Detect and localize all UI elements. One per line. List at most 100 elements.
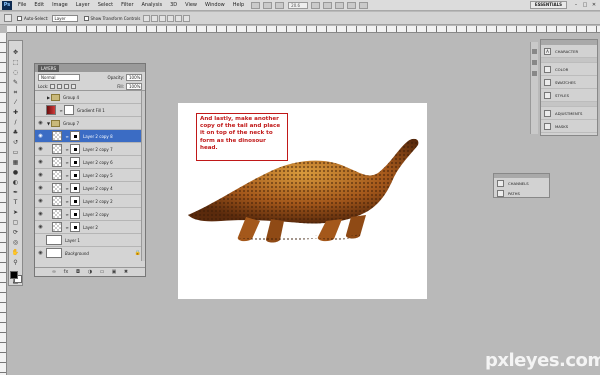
dock-item-adjustments[interactable]: ADJUSTMENTS: [541, 107, 597, 120]
visibility-eye-icon[interactable]: [37, 107, 44, 114]
mask-icon[interactable]: ◘: [75, 269, 81, 275]
layer-row[interactable]: ▶ Group 4: [35, 91, 145, 104]
menu-help[interactable]: Help: [229, 0, 248, 11]
dock-item-character[interactable]: A CHARACTER: [541, 45, 597, 58]
trash-icon[interactable]: ✖: [123, 269, 129, 275]
quick-select-tool-icon[interactable]: ✎: [11, 79, 20, 86]
dock-item-swatches[interactable]: SWATCHES: [541, 76, 597, 89]
layer-row[interactable]: ∞ Gradient Fill 1: [35, 104, 145, 117]
foreground-color-swatch[interactable]: [9, 271, 18, 279]
transform-controls-checkbox[interactable]: [83, 15, 89, 21]
link-icon[interactable]: ∞: [51, 269, 57, 275]
layer-row[interactable]: ◉ ∞ Layer 2 copy: [35, 208, 145, 221]
dock-item-styles[interactable]: STYLES: [541, 89, 597, 102]
layer-row[interactable]: ◉ ∞ Layer 2 copy 2: [35, 195, 145, 208]
visibility-eye-icon[interactable]: ◉: [37, 198, 44, 205]
move-tool-icon[interactable]: ✥: [11, 49, 20, 56]
clone-stamp-tool-icon[interactable]: ♣: [11, 129, 20, 136]
workspace-switcher[interactable]: ESSENTIALS: [529, 1, 567, 9]
gradient-tool-icon[interactable]: ▦: [11, 159, 20, 166]
new-layer-icon[interactable]: ▣: [111, 269, 117, 275]
3d-rotate-tool-icon[interactable]: ⟳: [11, 229, 20, 236]
align-hcenter-button[interactable]: [175, 14, 183, 22]
lock-pixels-icon[interactable]: [57, 83, 63, 89]
menu-select[interactable]: Select: [94, 0, 117, 11]
layer-row[interactable]: Layer 1: [35, 234, 145, 247]
menu-layer[interactable]: Layer: [72, 0, 94, 11]
minimize-icon[interactable]: –: [573, 2, 579, 8]
align-top-button[interactable]: [143, 14, 151, 22]
auto-select-checkbox[interactable]: [17, 15, 22, 21]
align-left-button[interactable]: [167, 14, 175, 22]
history-icon[interactable]: [532, 49, 537, 54]
zoom-tool-icon[interactable]: ⚲: [11, 259, 20, 266]
layer-row[interactable]: ◉ ∞ Layer 2 copy 7: [35, 143, 145, 156]
maximize-icon[interactable]: □: [582, 2, 588, 8]
type-tool-icon[interactable]: T: [11, 199, 20, 206]
dock-item-masks[interactable]: MASKS: [541, 120, 597, 133]
visibility-eye-icon[interactable]: ◉: [37, 146, 44, 153]
actions-icon[interactable]: [532, 60, 537, 65]
menu-file[interactable]: File: [14, 0, 30, 11]
layer-row[interactable]: ◉ ∞ Layer 2 copy 5: [35, 169, 145, 182]
menu-view[interactable]: View: [181, 0, 201, 11]
layer-row[interactable]: ◉ ▼ Group 7: [35, 117, 145, 130]
visibility-eye-icon[interactable]: ◉: [37, 185, 44, 192]
menu-filter[interactable]: Filter: [117, 0, 137, 11]
align-bottom-button[interactable]: [159, 14, 167, 22]
dock-item-channels[interactable]: CHANNELS: [494, 178, 549, 188]
screen-mode-button[interactable]: [359, 1, 369, 9]
layers-tab[interactable]: LAYERS: [38, 64, 60, 72]
zoom-level[interactable]: 20.6: [288, 1, 309, 9]
document-canvas[interactable]: And lastly, make another copy of the tai…: [178, 103, 427, 299]
visibility-eye-icon[interactable]: [37, 94, 44, 101]
dock-item-color[interactable]: COLOR: [541, 63, 597, 76]
visibility-eye-icon[interactable]: ◉: [37, 250, 44, 257]
visibility-eye-icon[interactable]: ◉: [37, 120, 44, 127]
layer-row[interactable]: ◉ Background 🔒: [35, 247, 145, 259]
arrange-documents-button[interactable]: [347, 1, 357, 9]
lock-position-icon[interactable]: [64, 83, 70, 89]
blend-mode-dropdown[interactable]: Normal: [38, 73, 80, 81]
align-right-button[interactable]: [183, 14, 191, 22]
visibility-eye-icon[interactable]: [37, 237, 44, 244]
layer-row[interactable]: ◉ ∞ Layer 2 copy 4: [35, 182, 145, 195]
healing-brush-tool-icon[interactable]: ✚: [11, 109, 20, 116]
visibility-eye-icon[interactable]: ◉: [37, 224, 44, 231]
history-brush-tool-icon[interactable]: ↺: [11, 139, 20, 146]
marquee-tool-icon[interactable]: ⬚: [11, 59, 20, 66]
move-tool-icon[interactable]: [4, 14, 12, 22]
visibility-eye-icon[interactable]: ◉: [37, 133, 44, 140]
dodge-tool-icon[interactable]: ◐: [11, 179, 20, 186]
menu-3d[interactable]: 3D: [166, 0, 181, 11]
zoom-tool-button[interactable]: [323, 1, 333, 9]
visibility-eye-icon[interactable]: ◉: [37, 172, 44, 179]
pen-tool-icon[interactable]: ✒: [11, 189, 20, 196]
rotate-view-button[interactable]: [335, 1, 345, 9]
visibility-eye-icon[interactable]: ◉: [37, 211, 44, 218]
brushes-icon[interactable]: [532, 71, 537, 76]
opacity-input[interactable]: 100%: [126, 73, 142, 81]
path-select-tool-icon[interactable]: ➤: [11, 209, 20, 216]
layers-scrollbar[interactable]: [141, 91, 145, 261]
layer-row[interactable]: ◉ ∞ Layer 2 copy 8: [35, 130, 145, 143]
fill-input[interactable]: 100%: [126, 82, 142, 90]
blur-tool-icon[interactable]: ●: [11, 169, 20, 176]
mini-bridge-button[interactable]: [263, 1, 273, 9]
folder-icon[interactable]: ▭: [99, 269, 105, 275]
bridge-button[interactable]: [251, 1, 261, 9]
hand-tool-icon[interactable]: ✋: [11, 249, 20, 256]
menu-edit[interactable]: Edit: [30, 0, 48, 11]
hand-tool-button[interactable]: [311, 1, 321, 9]
extras-button[interactable]: [275, 1, 285, 9]
layer-row[interactable]: ◉ ∞ Layer 2 copy 6: [35, 156, 145, 169]
menu-analysis[interactable]: Analysis: [138, 0, 167, 11]
3d-orbit-tool-icon[interactable]: ◎: [11, 239, 20, 246]
menu-image[interactable]: Image: [48, 0, 72, 11]
menu-window[interactable]: Window: [201, 0, 229, 11]
crop-tool-icon[interactable]: ⌗: [11, 89, 20, 96]
close-icon[interactable]: ✕: [591, 2, 597, 8]
layer-row[interactable]: ◉ ∞ Layer 2: [35, 221, 145, 234]
shape-tool-icon[interactable]: ▢: [11, 219, 20, 226]
color-swatches[interactable]: [9, 271, 22, 283]
